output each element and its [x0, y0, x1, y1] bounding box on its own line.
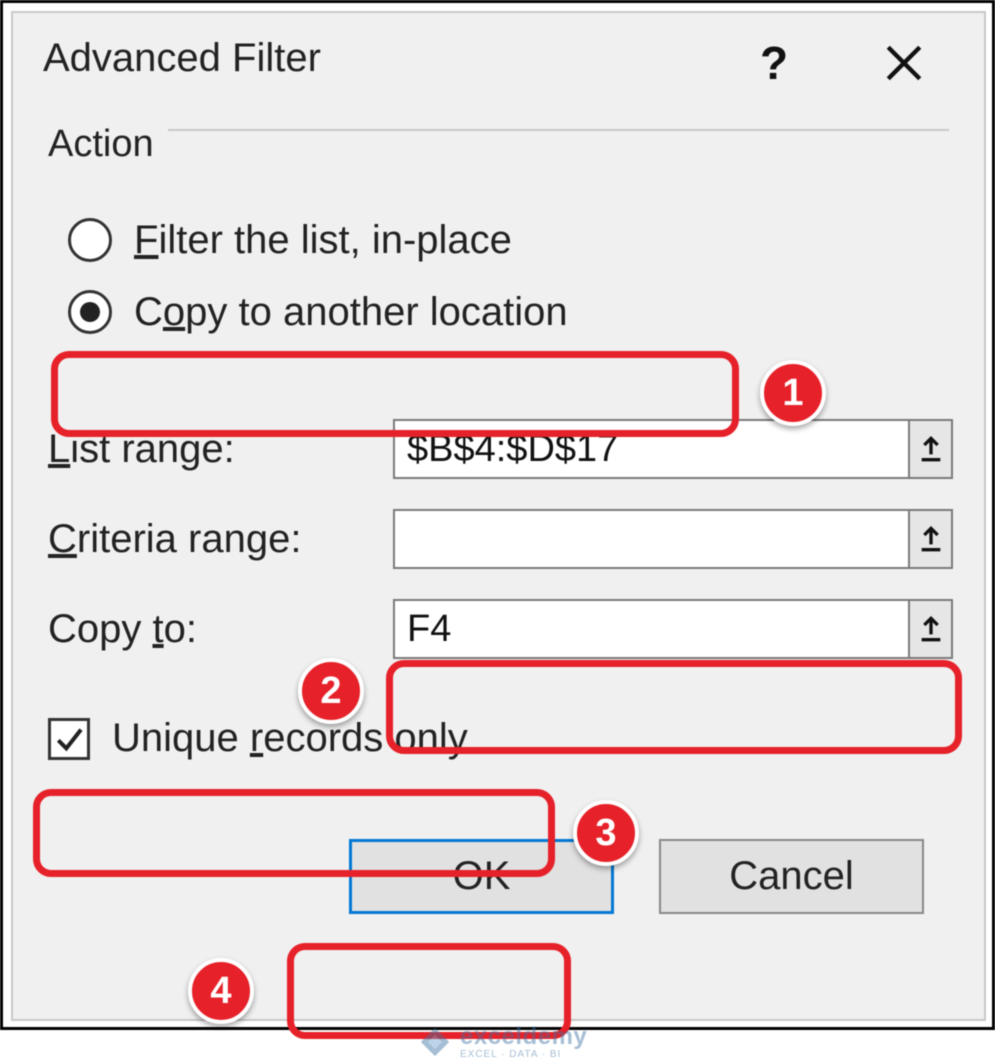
watermark: exceldemy EXCEL · DATA · BI — [418, 1023, 587, 1060]
collapse-dialog-icon — [915, 523, 947, 555]
action-radio-group: Filter the list, in-place Copy to anothe… — [68, 204, 949, 348]
radio-filter-in-place[interactable]: Filter the list, in-place — [68, 204, 949, 276]
list-range-row: List range: — [48, 404, 949, 494]
screenshot-frame: Advanced Filter ? Action Filter the list… — [0, 0, 995, 1030]
watermark-sub: EXCEL · DATA · BI — [460, 1049, 587, 1060]
criteria-range-input-wrap — [393, 509, 953, 569]
close-icon — [883, 42, 925, 84]
titlebar: Advanced Filter ? — [13, 13, 984, 103]
action-legend: Action — [48, 123, 162, 166]
radio-dot-icon — [80, 302, 100, 322]
radio-label: Filter the list, in-place — [134, 218, 512, 263]
criteria-range-refedit-button[interactable] — [908, 511, 951, 567]
collapse-dialog-icon — [915, 433, 947, 465]
list-range-label: List range: — [48, 427, 393, 472]
copy-to-label: Copy to: — [48, 607, 393, 652]
checkbox-indicator — [48, 718, 90, 760]
criteria-range-row: Criteria range: — [48, 494, 949, 584]
annotation-callout-4: 4 — [188, 958, 254, 1024]
radio-label: Copy to another location — [134, 290, 568, 335]
collapse-dialog-icon — [915, 613, 947, 645]
dialog-body: Action Filter the list, in-place Copy to… — [13, 103, 984, 914]
list-range-refedit-button[interactable] — [908, 421, 951, 477]
radio-indicator — [68, 218, 112, 262]
annotation-highlight-4 — [287, 943, 571, 1039]
radio-copy-to-location[interactable]: Copy to another location — [68, 276, 949, 348]
list-range-input-wrap — [393, 419, 953, 479]
range-form: List range: Criteria range: — [48, 404, 949, 674]
list-range-input[interactable] — [395, 421, 908, 477]
advanced-filter-dialog: Advanced Filter ? Action Filter the list… — [11, 11, 986, 1021]
copy-to-input-wrap — [393, 599, 953, 659]
checkbox-label: Unique records only — [112, 716, 468, 761]
copy-to-refedit-button[interactable] — [908, 601, 951, 657]
dialog-button-row: OK Cancel — [48, 839, 949, 914]
ok-button[interactable]: OK — [349, 839, 614, 914]
copy-to-row: Copy to: — [48, 584, 949, 674]
watermark-name: exceldemy — [460, 1023, 587, 1051]
unique-records-checkbox-row[interactable]: Unique records only — [48, 716, 949, 761]
radio-indicator — [68, 290, 112, 334]
cancel-button[interactable]: Cancel — [659, 839, 924, 914]
close-button[interactable] — [864, 23, 944, 103]
checkmark-icon — [53, 723, 85, 755]
dialog-title: Advanced Filter — [43, 36, 321, 81]
fieldset-divider — [168, 129, 949, 131]
copy-to-input[interactable] — [395, 601, 908, 657]
ok-label: OK — [453, 854, 511, 899]
criteria-range-input[interactable] — [395, 511, 908, 567]
help-button[interactable]: ? — [734, 23, 814, 103]
help-icon: ? — [760, 36, 788, 90]
cancel-label: Cancel — [729, 854, 854, 899]
criteria-range-label: Criteria range: — [48, 517, 393, 562]
